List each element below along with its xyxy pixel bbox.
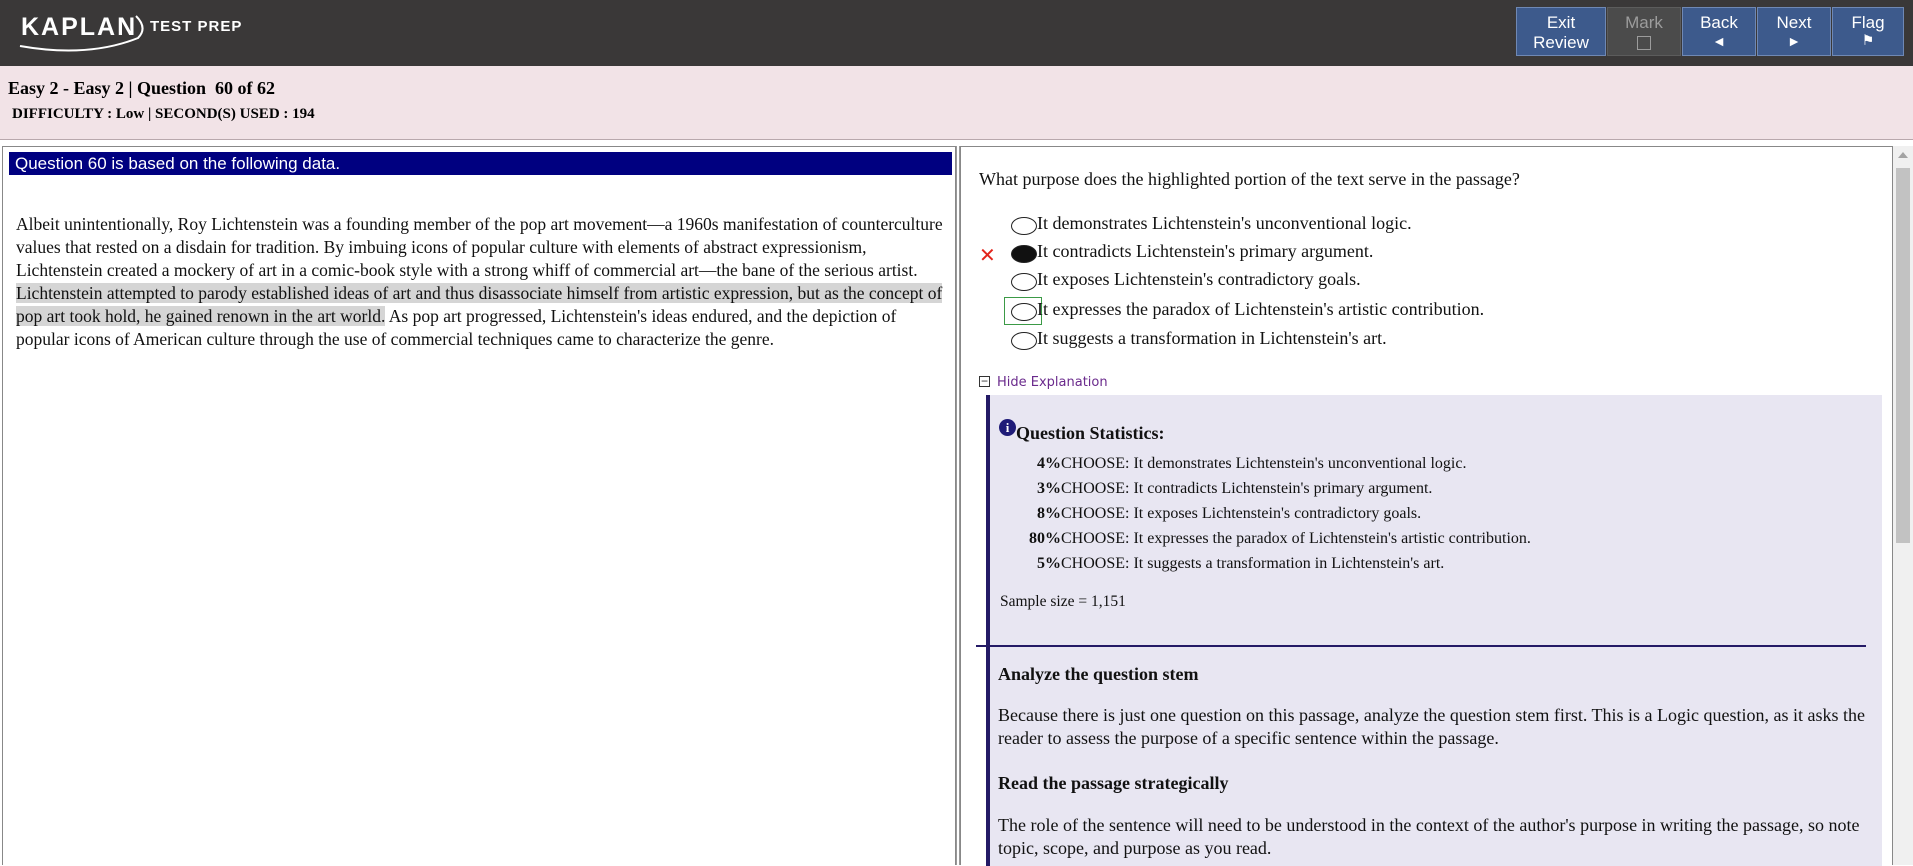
stat-percent: 4% — [1037, 455, 1061, 472]
section-heading: Analyze the question stem — [998, 664, 1199, 684]
radio-button[interactable] — [1011, 273, 1037, 291]
kaplan-logo: KAPLAN TEST PREP — [18, 8, 248, 54]
passage-text: Albeit unintentionally, Roy Lichtenstein… — [16, 213, 946, 351]
logo-sub-text: TEST PREP — [150, 18, 243, 35]
answer-choice-text: It exposes Lichtenstein's contradictory … — [1037, 269, 1361, 289]
hide-explanation-label: Hide Explanation — [997, 375, 1108, 390]
stat-label: CHOOSE: It exposes Lichtenstein's contra… — [1061, 505, 1422, 522]
stat-row: 8% CHOOSE: It exposes Lichtenstein's con… — [990, 505, 1890, 525]
explanation-divider — [976, 645, 1866, 647]
stat-percent: 80% — [1029, 530, 1061, 547]
stat-label: CHOOSE: It expresses the paradox of Lich… — [1061, 530, 1531, 547]
stat-percent: 8% — [1037, 505, 1061, 522]
stat-label: CHOOSE: It suggests a transformation in … — [1061, 555, 1445, 572]
radio-button[interactable] — [1011, 303, 1037, 321]
stat-row: 5% CHOOSE: It suggests a transformation … — [990, 555, 1890, 575]
sample-size: Sample size = 1,151 — [1000, 593, 1126, 610]
answer-choice-text: It expresses the paradox of Lichtenstein… — [1037, 299, 1485, 319]
question-info-band: Easy 2 - Easy 2 | Question 60 of 62 DIFF… — [0, 66, 1913, 140]
stat-percent: 3% — [1037, 480, 1061, 497]
back-button[interactable]: Back ◄ — [1682, 7, 1756, 56]
question-title: Easy 2 - Easy 2 | Question 60 of 62 — [8, 78, 275, 99]
back-arrow-icon: ◄ — [1712, 33, 1726, 49]
stat-row: 4% CHOOSE: It demonstrates Lichtenstein'… — [990, 455, 1890, 475]
section-body: Because there is just one question on th… — [998, 705, 1865, 748]
question-pane: What purpose does the highlighted portio… — [960, 146, 1893, 866]
exit-review-line2: Review — [1533, 33, 1589, 52]
stat-label: CHOOSE: It demonstrates Lichtenstein's u… — [1061, 455, 1467, 472]
question-title-text: Easy 2 - Easy 2 | Question 60 of 62 — [8, 78, 275, 98]
next-label: Next — [1776, 13, 1812, 32]
scroll-thumb[interactable] — [1896, 168, 1910, 543]
logo-brand-text: KAPLAN — [21, 13, 138, 41]
radio-button[interactable] — [1011, 217, 1037, 235]
answer-choice-text: It suggests a transformation in Lichtens… — [1037, 328, 1387, 348]
flag-label: Flag — [1851, 13, 1885, 32]
right-pane-scrollbar[interactable] — [1893, 146, 1913, 865]
next-button[interactable]: Next ► — [1757, 7, 1831, 56]
question-meta: DIFFICULTY : Low | SECOND(S) USED : 194 — [12, 106, 315, 122]
passage-text-before: Albeit unintentionally, Roy Lichtenstein… — [16, 214, 943, 280]
incorrect-x-icon: ✕ — [979, 243, 996, 267]
passage-header: Question 60 is based on the following da… — [9, 152, 952, 175]
answer-choice-text: It contradicts Lichtenstein's primary ar… — [1037, 241, 1374, 261]
passage-pane: Question 60 is based on the following da… — [2, 146, 956, 865]
flag-icon: ⚑ — [1861, 33, 1875, 49]
next-arrow-icon: ► — [1787, 33, 1801, 49]
explanation-panel: i Question Statistics: 4% CHOOSE: It dem… — [976, 395, 1882, 866]
section-heading: Read the passage strategically — [998, 773, 1229, 793]
stat-row: 3% CHOOSE: It contradicts Lichtenstein's… — [990, 480, 1890, 500]
stat-label: CHOOSE: It contradicts Lichtenstein's pr… — [1061, 480, 1433, 497]
exit-review-button[interactable]: Exit Review — [1516, 7, 1606, 56]
mark-checkbox[interactable] — [1637, 36, 1651, 50]
flag-button[interactable]: Flag ⚑ — [1832, 7, 1904, 56]
stat-percent: 5% — [1037, 555, 1061, 572]
answer-choice-text: It demonstrates Lichtenstein's unconvent… — [1037, 213, 1412, 233]
radio-button-selected[interactable] — [1011, 245, 1037, 263]
scroll-up-arrow-icon[interactable] — [1898, 152, 1908, 158]
top-toolbar: KAPLAN TEST PREP Exit Review Mark Back ◄… — [0, 0, 1913, 66]
stat-row: 80% CHOOSE: It expresses the paradox of … — [990, 530, 1890, 550]
collapse-icon: − — [979, 374, 990, 388]
mark-label: Mark — [1625, 13, 1663, 32]
mark-button[interactable]: Mark — [1607, 7, 1681, 56]
exit-review-line1: Exit — [1546, 13, 1576, 32]
section-body: The role of the sentence will need to be… — [998, 815, 1860, 858]
info-icon: i — [999, 419, 1016, 436]
question-stem: What purpose does the highlighted portio… — [979, 169, 1520, 189]
stats-title: Question Statistics: — [1016, 423, 1165, 443]
radio-button[interactable] — [1011, 332, 1037, 350]
back-label: Back — [1700, 13, 1738, 32]
